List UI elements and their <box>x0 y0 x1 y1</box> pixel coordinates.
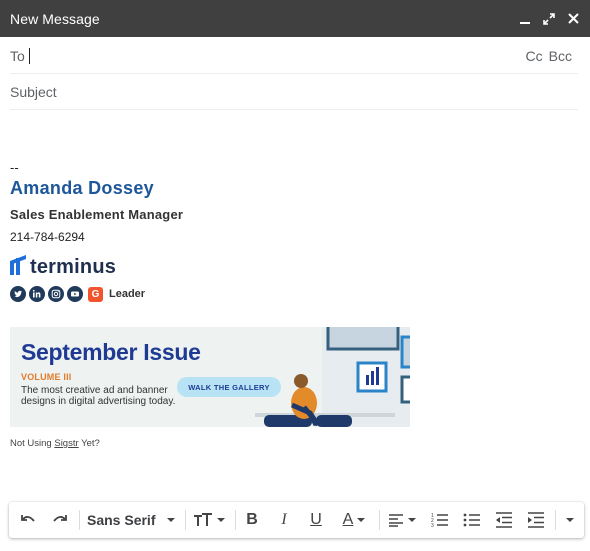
compose-title: New Message <box>10 10 100 27</box>
promo-note: Not Using Sigstr Yet? <box>10 438 100 449</box>
toolbar-separator <box>555 510 556 530</box>
subject-placeholder: Subject <box>10 83 57 100</box>
promo-prefix: Not Using <box>10 438 52 449</box>
company-logo-text: terminus <box>30 255 117 278</box>
social-links: G Leader <box>10 286 183 302</box>
bulleted-list-icon[interactable] <box>461 502 483 538</box>
chevron-down-icon <box>167 518 175 522</box>
chevron-down-icon <box>566 518 574 522</box>
toolbar-separator <box>235 510 236 530</box>
chevron-down-icon <box>408 518 416 522</box>
signature-name: Amanda Dossey <box>10 178 154 198</box>
banner-volume: VOLUME III <box>21 372 72 382</box>
minimize-icon[interactable] <box>518 12 532 26</box>
company-logo[interactable]: terminus <box>10 254 183 280</box>
to-field[interactable]: To Cc Bcc <box>10 38 578 74</box>
numbered-list-icon[interactable]: 123 <box>429 502 451 538</box>
email-signature: -- Amanda Dossey Sales Enablement Manage… <box>10 160 183 302</box>
redo-icon[interactable] <box>49 502 71 538</box>
linkedin-icon[interactable] <box>29 286 45 302</box>
badge-label: Leader <box>109 288 146 300</box>
font-size-icon[interactable] <box>191 502 227 538</box>
chevron-down-icon <box>357 518 366 522</box>
svg-text:3: 3 <box>431 523 434 528</box>
undo-icon[interactable] <box>17 502 39 538</box>
cc-link[interactable]: Cc <box>526 48 543 64</box>
banner-description: The most creative ad and banner designs … <box>21 385 176 407</box>
to-label: To <box>10 47 25 64</box>
close-icon[interactable] <box>566 12 580 26</box>
formatting-toolbar: Sans Serif B I U A 123 <box>9 502 584 538</box>
twitter-icon[interactable] <box>10 286 26 302</box>
chevron-down-icon <box>217 518 225 522</box>
sigstr-link[interactable]: Sigstr <box>54 438 78 449</box>
text-cursor <box>28 47 30 64</box>
youtube-icon[interactable] <box>67 286 83 302</box>
g2-badge-icon[interactable]: G <box>88 286 103 302</box>
italic-icon[interactable]: I <box>273 502 295 538</box>
bcc-link[interactable]: Bcc <box>549 48 572 64</box>
instagram-icon[interactable] <box>48 286 64 302</box>
more-formatting-icon[interactable] <box>561 502 579 538</box>
signature-banner[interactable]: September Issue VOLUME III The most crea… <box>10 327 410 427</box>
toolbar-separator <box>79 510 80 530</box>
underline-icon[interactable]: U <box>305 502 327 538</box>
font-family-select[interactable]: Sans Serif <box>85 502 177 538</box>
signature-phone: 214-784-6294 <box>10 230 85 244</box>
font-family-label: Sans Serif <box>87 512 156 528</box>
promo-suffix: Yet? <box>81 438 100 449</box>
expand-icon[interactable] <box>542 12 556 26</box>
compose-title-bar: New Message <box>0 0 590 37</box>
walk-the-gallery-button[interactable]: WALK THE GALLERY <box>177 377 281 397</box>
cc-bcc-links: Cc Bcc <box>526 48 578 64</box>
toolbar-separator <box>379 510 380 530</box>
subject-field[interactable]: Subject <box>10 74 578 110</box>
terminus-logo-icon <box>10 254 28 280</box>
signature-separator: -- <box>10 160 19 175</box>
text-color-icon[interactable]: A <box>337 502 371 538</box>
indent-more-icon[interactable] <box>525 502 547 538</box>
signature-role: Sales Enablement Manager <box>10 207 184 222</box>
banner-title: September Issue <box>21 339 201 365</box>
text-color-glyph: A <box>342 511 354 528</box>
align-icon[interactable] <box>385 502 419 538</box>
indent-less-icon[interactable] <box>493 502 515 538</box>
window-controls <box>518 12 580 26</box>
bold-icon[interactable]: B <box>241 502 263 538</box>
toolbar-separator <box>185 510 186 530</box>
